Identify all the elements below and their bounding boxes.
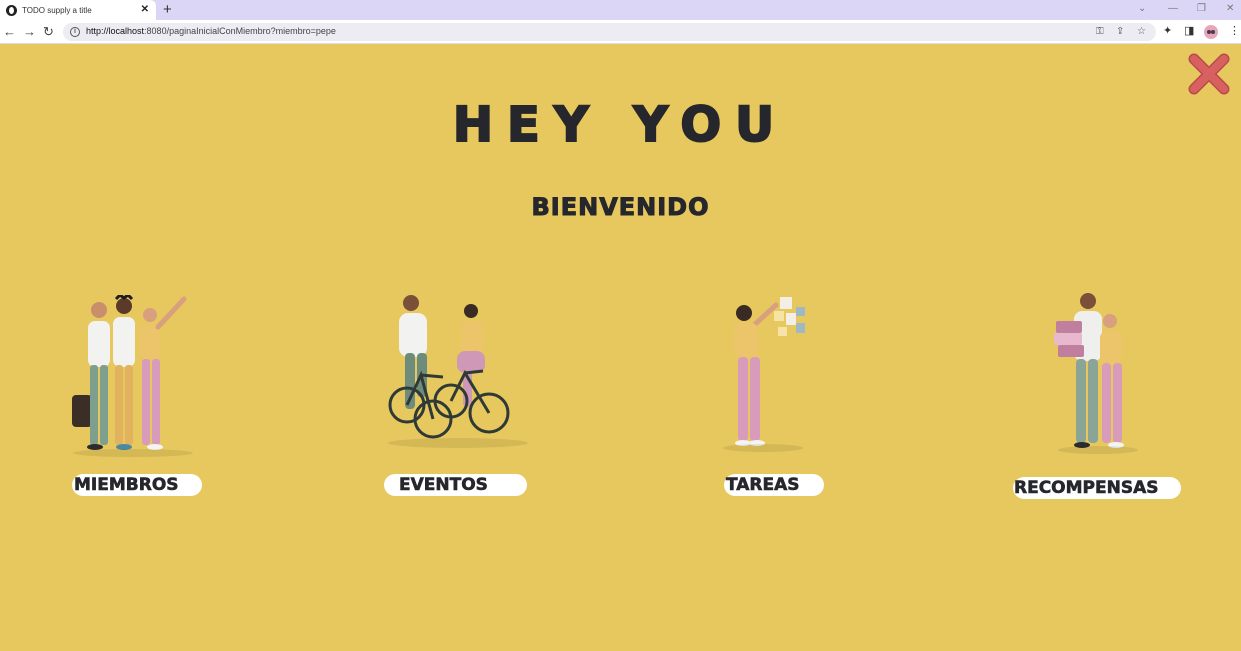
menu-icon[interactable]: ⋮ bbox=[1229, 25, 1240, 38]
profile-avatar[interactable] bbox=[1204, 25, 1218, 39]
back-arrow-icon[interactable]: ← bbox=[3, 24, 16, 39]
group-of-friends-illustration[interactable] bbox=[68, 295, 203, 460]
rewards-button[interactable]: RECOMPENSAS bbox=[1013, 477, 1181, 499]
url-path: :8080/paginaInicialConMiembro?miembro=pe… bbox=[144, 26, 336, 36]
restore-icon[interactable]: ❐ bbox=[1197, 2, 1206, 16]
reload-icon[interactable]: ↻ bbox=[43, 24, 54, 39]
extensions-icon[interactable]: ✦ bbox=[1163, 25, 1172, 38]
couple-with-gift-boxes-illustration[interactable] bbox=[1050, 293, 1140, 455]
browser-toolbar: ← → ↻ i http://localhost:8080/paginaInic… bbox=[0, 20, 1241, 44]
headline: HEY YOU bbox=[452, 96, 789, 154]
tab-search-icon[interactable]: ⌄ bbox=[1138, 2, 1146, 16]
tasks-button[interactable]: TAREAS bbox=[724, 474, 824, 496]
share-icon[interactable]: ⇪ bbox=[1116, 26, 1124, 38]
forward-arrow-icon[interactable]: → bbox=[23, 24, 36, 39]
info-icon[interactable]: i bbox=[70, 27, 80, 37]
url-host: http://localhost bbox=[86, 26, 145, 36]
close-x-icon[interactable] bbox=[1185, 50, 1233, 98]
tab-close-icon[interactable]: ✕ bbox=[141, 4, 149, 16]
woman-sticky-notes-illustration[interactable] bbox=[718, 293, 818, 453]
members-button[interactable]: MIEMBROS bbox=[72, 474, 202, 496]
star-icon[interactable]: ☆ bbox=[1137, 26, 1146, 38]
tab-title: TODO supply a title bbox=[22, 5, 92, 15]
url-text[interactable]: http://localhost:8080/paginaInicialConMi… bbox=[86, 26, 336, 36]
globe-icon bbox=[6, 4, 17, 16]
side-panel-icon[interactable]: ◨ bbox=[1184, 25, 1194, 38]
home-page: HEY YOU BIENVENIDO MIEMBROS EVENTOS TARE… bbox=[0, 45, 1241, 651]
welcome-subheading: BIENVENIDO bbox=[531, 193, 710, 222]
address-bar[interactable]: i http://localhost:8080/paginaInicialCon… bbox=[63, 23, 1156, 41]
tab-strip: TODO supply a title ✕ + ⌄ — ❐ ✕ bbox=[0, 0, 1241, 20]
couple-cycling-illustration[interactable] bbox=[383, 293, 533, 453]
new-tab-button[interactable]: + bbox=[163, 1, 172, 18]
window-close-icon[interactable]: ✕ bbox=[1226, 2, 1234, 16]
key-icon[interactable]: ⚿ bbox=[1096, 26, 1104, 38]
minimize-icon[interactable]: — bbox=[1168, 2, 1178, 16]
browser-tab[interactable]: TODO supply a title ✕ bbox=[0, 0, 156, 20]
events-button[interactable]: EVENTOS bbox=[384, 474, 527, 496]
